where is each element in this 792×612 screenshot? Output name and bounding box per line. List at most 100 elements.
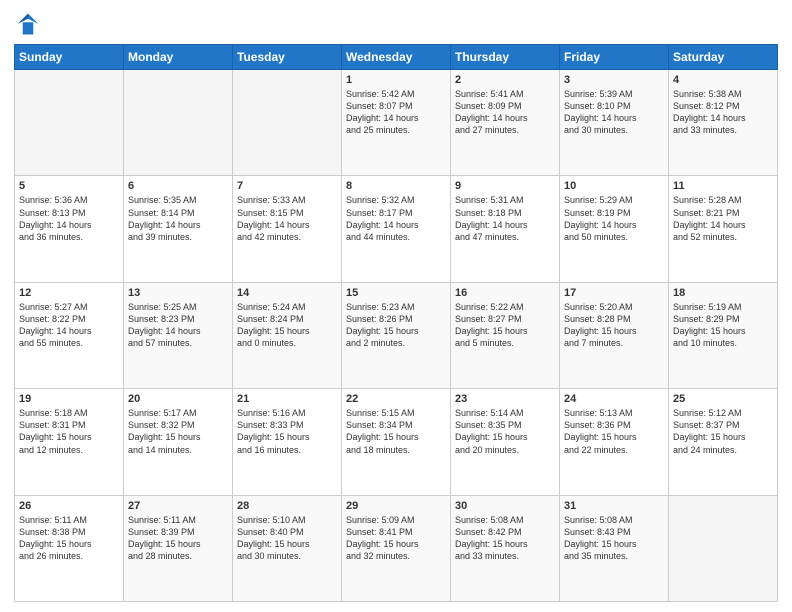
day-info: Sunrise: 5:32 AM Sunset: 8:17 PM Dayligh… [346,194,446,243]
logo [14,10,46,38]
calendar-cell: 2 Sunrise: 5:41 AM Sunset: 8:09 PM Daylig… [451,70,560,176]
day-info: Sunrise: 5:18 AM Sunset: 8:31 PM Dayligh… [19,407,119,456]
day-number: 26 [19,500,119,512]
day-number: 25 [673,393,773,405]
day-info: Sunrise: 5:17 AM Sunset: 8:32 PM Dayligh… [128,407,228,456]
header [14,10,778,38]
calendar-cell [124,70,233,176]
day-info: Sunrise: 5:11 AM Sunset: 8:38 PM Dayligh… [19,514,119,563]
calendar-cell: 7Sunrise: 5:33 AM Sunset: 8:15 PM Daylig… [233,176,342,282]
calendar-cell: 23Sunrise: 5:14 AM Sunset: 8:35 PM Dayli… [451,389,560,495]
calendar-cell: 31Sunrise: 5:08 AM Sunset: 8:43 PM Dayli… [560,495,669,601]
calendar-cell: 30 Sunrise: 5:08 AM Sunset: 8:42 PM Dayli… [451,495,560,601]
day-number: 20 [128,393,228,405]
day-number: 14 [237,287,337,299]
day-info: Sunrise: 5:23 AM Sunset: 8:26 PM Dayligh… [346,301,446,350]
calendar-cell [669,495,778,601]
day-number: 1 [346,74,446,86]
logo-icon [14,10,42,38]
day-info: Sunrise: 5:20 AM Sunset: 8:28 PM Dayligh… [564,301,664,350]
day-number: 19 [19,393,119,405]
calendar-cell: 10 Sunrise: 5:29 AM Sunset: 8:19 PM Dayli… [560,176,669,282]
day-info: Sunrise: 5:12 AM Sunset: 8:37 PM Dayligh… [673,407,773,456]
day-info: Sunrise: 5:08 AM Sunset: 8:42 PM Dayligh… [455,514,555,563]
day-number: 22 [346,393,446,405]
day-info: Sunrise: 5:27 AM Sunset: 8:22 PM Dayligh… [19,301,119,350]
calendar-header-monday: Monday [124,45,233,70]
calendar-week-4: 19 Sunrise: 5:18 AM Sunset: 8:31 PM Dayli… [15,389,778,495]
day-info: Sunrise: 5:24 AM Sunset: 8:24 PM Dayligh… [237,301,337,350]
day-info: Sunrise: 5:22 AM Sunset: 8:27 PM Dayligh… [455,301,555,350]
day-info: Sunrise: 5:25 AM Sunset: 8:23 PM Dayligh… [128,301,228,350]
calendar-cell: 24 Sunrise: 5:13 AM Sunset: 8:36 PM Dayli… [560,389,669,495]
calendar-header-row: SundayMondayTuesdayWednesdayThursdayFrid… [15,45,778,70]
day-number: 27 [128,500,228,512]
calendar-header-thursday: Thursday [451,45,560,70]
day-number: 11 [673,180,773,192]
calendar-header-wednesday: Wednesday [342,45,451,70]
calendar-cell: 8 Sunrise: 5:32 AM Sunset: 8:17 PM Daylig… [342,176,451,282]
calendar-cell: 1 Sunrise: 5:42 AM Sunset: 8:07 PM Daylig… [342,70,451,176]
day-number: 6 [128,180,228,192]
calendar-cell: 11 Sunrise: 5:28 AM Sunset: 8:21 PM Dayli… [669,176,778,282]
calendar-week-5: 26 Sunrise: 5:11 AM Sunset: 8:38 PM Dayli… [15,495,778,601]
calendar-cell [15,70,124,176]
day-number: 17 [564,287,664,299]
calendar-cell: 13 Sunrise: 5:25 AM Sunset: 8:23 PM Dayli… [124,282,233,388]
calendar-week-1: 1 Sunrise: 5:42 AM Sunset: 8:07 PM Daylig… [15,70,778,176]
day-number: 5 [19,180,119,192]
day-number: 4 [673,74,773,86]
calendar-cell: 18 Sunrise: 5:19 AM Sunset: 8:29 PM Dayli… [669,282,778,388]
day-number: 30 [455,500,555,512]
calendar-header-saturday: Saturday [669,45,778,70]
calendar-cell: 27 Sunrise: 5:11 AM Sunset: 8:39 PM Dayli… [124,495,233,601]
calendar-cell: 21Sunrise: 5:16 AM Sunset: 8:33 PM Dayli… [233,389,342,495]
day-number: 24 [564,393,664,405]
calendar-cell: 26 Sunrise: 5:11 AM Sunset: 8:38 PM Dayli… [15,495,124,601]
day-number: 28 [237,500,337,512]
day-number: 10 [564,180,664,192]
day-number: 15 [346,287,446,299]
day-number: 9 [455,180,555,192]
day-number: 3 [564,74,664,86]
day-info: Sunrise: 5:39 AM Sunset: 8:10 PM Dayligh… [564,88,664,137]
calendar-cell: 9 Sunrise: 5:31 AM Sunset: 8:18 PM Daylig… [451,176,560,282]
calendar-cell: 15 Sunrise: 5:23 AM Sunset: 8:26 PM Dayli… [342,282,451,388]
day-info: Sunrise: 5:08 AM Sunset: 8:43 PM Dayligh… [564,514,664,563]
day-info: Sunrise: 5:35 AM Sunset: 8:14 PM Dayligh… [128,194,228,243]
calendar-cell: 4 Sunrise: 5:38 AM Sunset: 8:12 PM Daylig… [669,70,778,176]
day-info: Sunrise: 5:14 AM Sunset: 8:35 PM Dayligh… [455,407,555,456]
calendar-table: SundayMondayTuesdayWednesdayThursdayFrid… [14,44,778,602]
day-info: Sunrise: 5:42 AM Sunset: 8:07 PM Dayligh… [346,88,446,137]
day-info: Sunrise: 5:11 AM Sunset: 8:39 PM Dayligh… [128,514,228,563]
day-number: 16 [455,287,555,299]
day-info: Sunrise: 5:38 AM Sunset: 8:12 PM Dayligh… [673,88,773,137]
day-info: Sunrise: 5:41 AM Sunset: 8:09 PM Dayligh… [455,88,555,137]
calendar-cell [233,70,342,176]
day-info: Sunrise: 5:29 AM Sunset: 8:19 PM Dayligh… [564,194,664,243]
calendar-cell: 25 Sunrise: 5:12 AM Sunset: 8:37 PM Dayli… [669,389,778,495]
day-info: Sunrise: 5:10 AM Sunset: 8:40 PM Dayligh… [237,514,337,563]
calendar-cell: 29Sunrise: 5:09 AM Sunset: 8:41 PM Dayli… [342,495,451,601]
calendar-cell: 17 Sunrise: 5:20 AM Sunset: 8:28 PM Dayli… [560,282,669,388]
day-number: 2 [455,74,555,86]
day-info: Sunrise: 5:16 AM Sunset: 8:33 PM Dayligh… [237,407,337,456]
day-number: 13 [128,287,228,299]
day-number: 29 [346,500,446,512]
calendar-week-3: 12 Sunrise: 5:27 AM Sunset: 8:22 PM Dayli… [15,282,778,388]
day-info: Sunrise: 5:13 AM Sunset: 8:36 PM Dayligh… [564,407,664,456]
day-info: Sunrise: 5:19 AM Sunset: 8:29 PM Dayligh… [673,301,773,350]
day-info: Sunrise: 5:31 AM Sunset: 8:18 PM Dayligh… [455,194,555,243]
day-info: Sunrise: 5:28 AM Sunset: 8:21 PM Dayligh… [673,194,773,243]
day-number: 12 [19,287,119,299]
calendar-cell: 12 Sunrise: 5:27 AM Sunset: 8:22 PM Dayli… [15,282,124,388]
calendar-cell: 22Sunrise: 5:15 AM Sunset: 8:34 PM Dayli… [342,389,451,495]
calendar-cell: 16 Sunrise: 5:22 AM Sunset: 8:27 PM Dayli… [451,282,560,388]
calendar-header-sunday: Sunday [15,45,124,70]
calendar-cell: 6 Sunrise: 5:35 AM Sunset: 8:14 PM Daylig… [124,176,233,282]
calendar-cell: 20 Sunrise: 5:17 AM Sunset: 8:32 PM Dayli… [124,389,233,495]
calendar-cell: 3 Sunrise: 5:39 AM Sunset: 8:10 PM Daylig… [560,70,669,176]
calendar-cell: 19 Sunrise: 5:18 AM Sunset: 8:31 PM Dayli… [15,389,124,495]
day-number: 8 [346,180,446,192]
day-number: 18 [673,287,773,299]
